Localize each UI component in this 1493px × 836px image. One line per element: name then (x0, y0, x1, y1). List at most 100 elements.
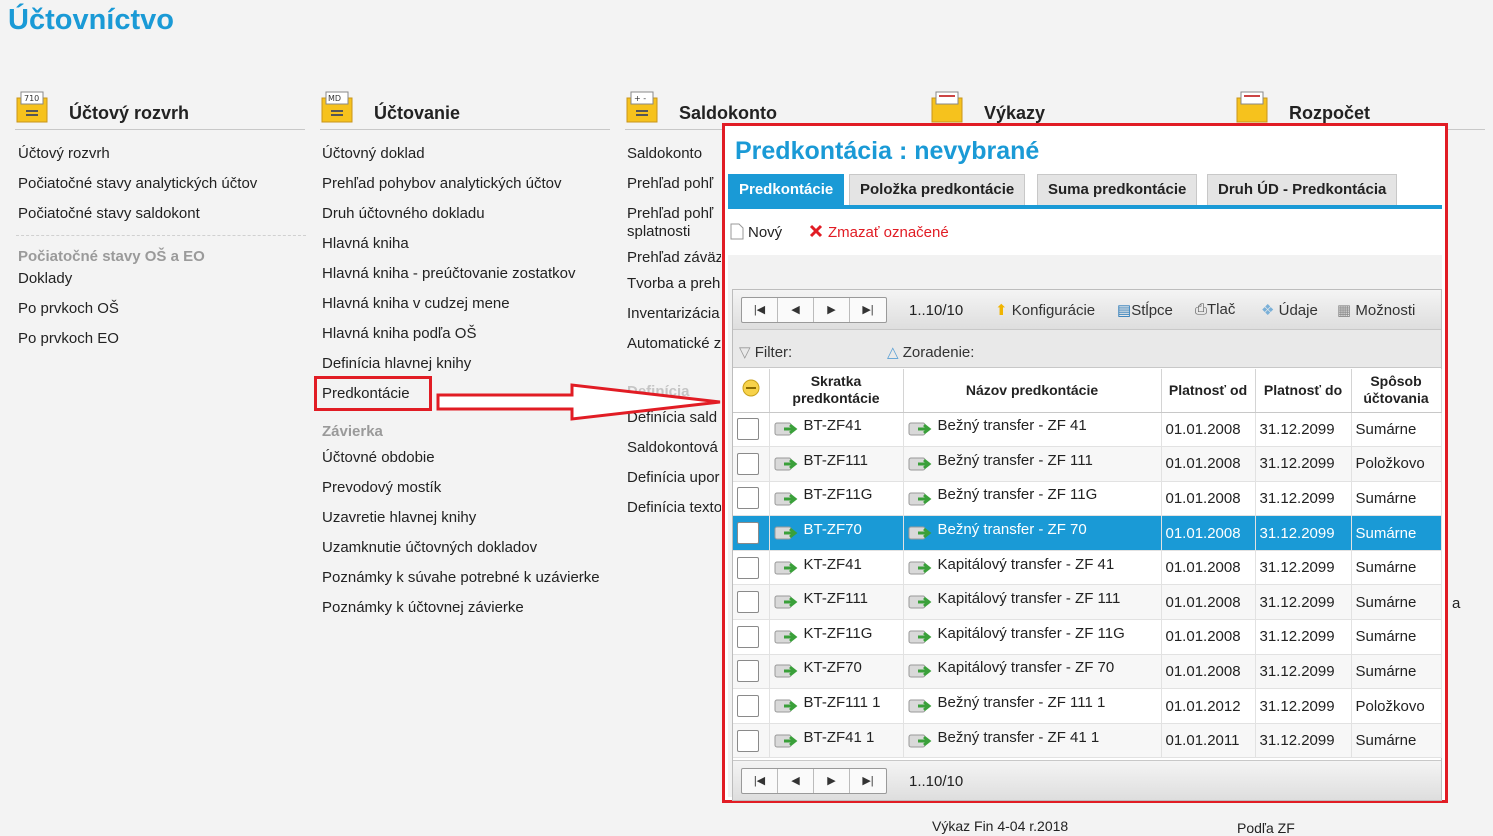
cell-skratka: BT-ZF70 (769, 515, 904, 551)
panel-tabs: Predkontácie Položka predkontácie Suma p… (728, 171, 1442, 209)
filter-button[interactable]: ▽ Filter: (739, 343, 792, 361)
row-checkbox[interactable] (737, 695, 759, 718)
next-page-button[interactable]: ▶ (814, 298, 850, 322)
sort-button[interactable]: △ Zoradenie: (887, 343, 974, 361)
table-row[interactable]: BT-ZF11G Bežný transfer - ZF 11G 01.01.200… (733, 481, 1442, 517)
row-checkbox-cell[interactable] (733, 688, 770, 724)
table-row[interactable]: BT-ZF41 Bežný transfer - ZF 41 01.01.2008 3… (733, 412, 1442, 448)
table-row[interactable]: BT-ZF111 Bežný transfer - ZF 111 01.01.200… (733, 446, 1442, 482)
cell-nazov: Kapitálový transfer - ZF 70 (903, 654, 1162, 690)
menu-item-hlavna-kniha-os[interactable]: Hlavná kniha podľa OŠ (320, 325, 602, 355)
menu-item-po-prvkoch-eo[interactable]: Po prvkoch EO (16, 330, 306, 360)
menu-item-uzamknutie-dokladov[interactable]: Uzamknutie účtovných dokladov (320, 539, 602, 569)
delete-selected-button[interactable]: Zmazať označené (808, 223, 949, 241)
tab-predkontacie[interactable]: Predkontácie (728, 174, 845, 205)
budget-footer-item[interactable]: Podľa ZF (1237, 820, 1295, 836)
reports-footer-item[interactable]: Výkaz Fin 4-04 r.2018 (932, 818, 1068, 834)
row-checkbox[interactable] (737, 418, 759, 441)
menu-item-saldokontova[interactable]: Saldokontová (625, 439, 721, 469)
menu-item-uzavretie-hlavnej-knihy[interactable]: Uzavretie hlavnej knihy (320, 509, 602, 539)
table-row[interactable]: KT-ZF70 Kapitálový transfer - ZF 70 01.01.… (733, 654, 1442, 690)
menu-item-splatnosti[interactable]: splatnosti (625, 223, 721, 245)
columns-button[interactable]: ▤Stĺpce (1117, 301, 1173, 319)
menu-item-definicia-texto[interactable]: Definícia texto (625, 499, 721, 529)
last-page-button[interactable]: ▶| (850, 298, 886, 322)
cell-nazov-text: Kapitálový transfer - ZF 41 (937, 555, 1115, 573)
menu-item-inventarizacia[interactable]: Inventarizácia (625, 305, 721, 335)
menu-item-uctovne-obdobie[interactable]: Účtovné obdobie (320, 449, 602, 479)
col-sposob-uctovania[interactable]: Spôsob účtovania (1351, 369, 1442, 413)
table-row[interactable]: KT-ZF111 Kapitálový transfer - ZF 111 01.0… (733, 584, 1442, 621)
menu-item-automaticke[interactable]: Automatické z (625, 335, 721, 365)
menu-item-prehlad-zavazkov[interactable]: Prehľad záväzkov (625, 245, 721, 275)
col-nazov[interactable]: Názov predkontácie (903, 369, 1162, 413)
first-page-button[interactable]: |◀ (742, 298, 778, 322)
menu-item-definicia-upor[interactable]: Definícia upor (625, 469, 721, 499)
row-checkbox-cell[interactable] (733, 654, 770, 690)
table-row[interactable]: BT-ZF111 1 Bežný transfer - ZF 111 1 01.01… (733, 688, 1442, 724)
menu-item-hlavna-kniha[interactable]: Hlavná kniha (320, 235, 602, 265)
menu-item-pociatocne-stavy-analytickych[interactable]: Počiatočné stavy analytických účtov (16, 175, 306, 205)
menu-item-saldokonto[interactable]: Saldokonto (625, 145, 721, 175)
table-row[interactable]: KT-ZF11G Kapitálový transfer - ZF 11G 01.0… (733, 619, 1442, 655)
next-page-button[interactable]: ▶ (814, 769, 850, 793)
tab-suma-predkontacie[interactable]: Suma predkontácie (1037, 174, 1198, 205)
data-button[interactable]: ❖ Údaje (1261, 301, 1318, 319)
prev-page-button[interactable]: ◀ (778, 298, 814, 322)
select-all-header[interactable] (733, 369, 770, 413)
menu-item-prehlad-pohybov[interactable]: Prehľad pohybov analytických účtov (320, 175, 602, 205)
menu-item-doklady[interactable]: Doklady (16, 270, 306, 300)
options-button[interactable]: ▦ Možnosti (1337, 301, 1415, 319)
menu-item-tvorba-a-prehlad[interactable]: Tvorba a preh (625, 275, 721, 305)
col-platnost-do[interactable]: Platnosť do (1255, 369, 1352, 413)
tab-druh-ud-predkontacia[interactable]: Druh ÚD - Predkontácia (1207, 174, 1398, 205)
cell-nazov: Bežný transfer - ZF 111 (903, 446, 1162, 482)
first-page-button[interactable]: |◀ (742, 769, 778, 793)
table-row[interactable]: BT-ZF41 1 Bežný transfer - ZF 41 1 01.01.2… (733, 723, 1442, 759)
col-platnost-od[interactable]: Platnosť od (1161, 369, 1256, 413)
row-checkbox[interactable] (737, 660, 759, 683)
menu-item-po-prvkoch-os[interactable]: Po prvkoch OŠ (16, 300, 306, 330)
table-row[interactable]: KT-ZF41 Kapitálový transfer - ZF 41 01.01.… (733, 550, 1442, 586)
config-button[interactable]: ⬆ Konfigurácie (995, 301, 1095, 319)
menu-item-prehlad-pohladavok[interactable]: Prehľad pohľ (625, 175, 721, 205)
row-checkbox-cell[interactable] (733, 481, 770, 517)
menu-item-prevodovy-mostik[interactable]: Prevodový mostík (320, 479, 602, 509)
row-checkbox[interactable] (737, 625, 759, 648)
row-checkbox-cell[interactable] (733, 515, 770, 551)
row-checkbox-cell[interactable] (733, 584, 770, 621)
row-checkbox-cell[interactable] (733, 446, 770, 482)
row-checkbox-cell[interactable] (733, 619, 770, 655)
cell-platnost-od: 01.01.2008 (1161, 481, 1256, 517)
new-button[interactable]: Nový (730, 223, 782, 241)
table-row[interactable]: BT-ZF70 Bežný transfer - ZF 70 01.01.2008 3… (733, 515, 1442, 551)
menu-item-prehlad-pohladavok-splatnosti[interactable]: Prehľad pohľ (625, 205, 721, 223)
row-checkbox-cell[interactable] (733, 412, 770, 448)
row-checkbox[interactable] (737, 729, 759, 752)
row-checkbox[interactable] (737, 522, 759, 545)
transfer-icon (908, 559, 938, 576)
row-checkbox-cell[interactable] (733, 550, 770, 586)
row-checkbox[interactable] (737, 487, 759, 510)
row-checkbox[interactable] (737, 591, 759, 614)
prev-page-button[interactable]: ◀ (778, 769, 814, 793)
menu-item-poznamky-k-zavierke[interactable]: Poznámky k účtovnej závierke (320, 599, 602, 629)
menu-item-hlavna-kniha-cudza-mena[interactable]: Hlavná kniha v cudzej mene (320, 295, 602, 325)
pager-range: 1..10/10 (909, 773, 964, 790)
col-skratka[interactable]: Skratka predkontácie (769, 369, 904, 413)
menu-item-hlavna-kniha-preuctovanie[interactable]: Hlavná kniha - preúčtovanie zostatkov (320, 265, 602, 295)
menu-item-uctovy-rozvrh[interactable]: Účtový rozvrh (16, 145, 306, 175)
row-checkbox-cell[interactable] (733, 723, 770, 759)
predkontacie-highlight-box (314, 376, 432, 411)
menu-item-druh-uctovneho-dokladu[interactable]: Druh účtovného dokladu (320, 205, 602, 235)
tab-polozka-predkontacie[interactable]: Položka predkontácie (849, 174, 1026, 205)
print-button[interactable]: ⎙Tlač (1195, 301, 1235, 318)
transfer-icon (908, 489, 938, 506)
cell-platnost-od: 01.01.2008 (1161, 412, 1256, 448)
last-page-button[interactable]: ▶| (850, 769, 886, 793)
menu-item-uctovny-doklad[interactable]: Účtovný doklad (320, 145, 602, 175)
row-checkbox[interactable] (737, 452, 759, 475)
menu-item-poznamky-k-suvahe[interactable]: Poznámky k súvahe potrebné k uzávierke (320, 569, 602, 599)
menu-item-pociatocne-stavy-saldokont[interactable]: Počiatočné stavy saldokont (16, 205, 306, 235)
row-checkbox[interactable] (737, 556, 759, 579)
